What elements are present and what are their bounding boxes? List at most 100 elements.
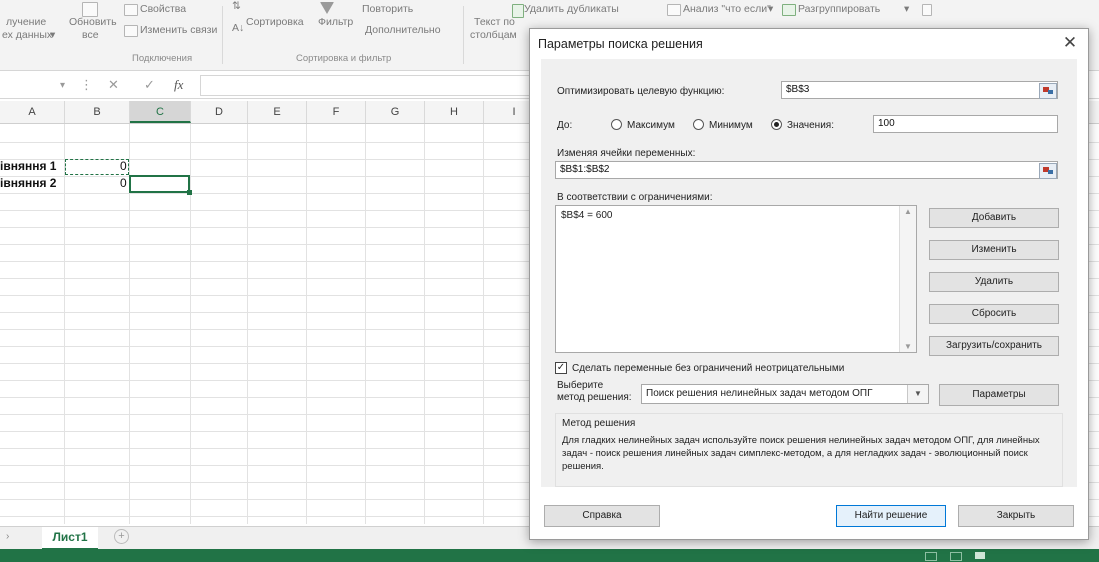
- properties-button[interactable]: Свойства: [140, 3, 186, 15]
- collapse-dialog-icon[interactable]: [1039, 83, 1057, 99]
- column-header-e[interactable]: E: [248, 101, 307, 123]
- column-header-b[interactable]: B: [65, 101, 130, 123]
- cell-a3[interactable]: івняння 1: [0, 159, 56, 173]
- normal-view-icon[interactable]: [925, 552, 937, 561]
- fx-icon[interactable]: fx: [174, 77, 183, 93]
- edit-links-icon: [124, 25, 138, 37]
- constraints-list[interactable]: $B$4 = 600 ▲ ▼: [555, 205, 917, 353]
- method-label-1: Выберите: [557, 380, 604, 391]
- solving-method-select[interactable]: Поиск решения нелинейных задач методом О…: [641, 384, 917, 404]
- column-header-f[interactable]: F: [307, 101, 366, 123]
- method-description-group: Метод решения Для гладких нелинейных зад…: [555, 413, 1063, 487]
- change-button[interactable]: Изменить: [929, 240, 1059, 260]
- sheet-tab-1[interactable]: Лист1: [42, 527, 98, 550]
- sort-button[interactable]: Сортировка: [246, 16, 304, 28]
- chevron-down-icon: ▼: [907, 385, 928, 403]
- text-to-columns-button[interactable]: Текст по: [474, 16, 515, 28]
- max-radio[interactable]: [611, 119, 622, 130]
- close-icon[interactable]: ✕: [1060, 33, 1080, 53]
- min-label: Минимум: [709, 120, 753, 131]
- col-line: [483, 124, 484, 524]
- status-bar: [0, 549, 1099, 562]
- reset-button[interactable]: Сбросить: [929, 304, 1059, 324]
- value-of-radio[interactable]: [771, 119, 782, 130]
- ungroup-button[interactable]: Разгруппировать: [798, 3, 880, 15]
- refresh-all-button[interactable]: Обновить: [69, 16, 117, 28]
- delete-button[interactable]: Удалить: [929, 272, 1059, 292]
- sort-az-icon: ⇅: [232, 0, 241, 12]
- cancel-icon[interactable]: ✕: [108, 77, 119, 93]
- help-button[interactable]: Справка: [544, 505, 660, 527]
- what-if-button[interactable]: Анализ "что если": [683, 3, 771, 15]
- solve-button[interactable]: Найти решение: [836, 505, 946, 527]
- add-sheet-icon[interactable]: +: [114, 529, 129, 544]
- fill-handle[interactable]: [187, 190, 192, 195]
- options-button[interactable]: Параметры: [939, 384, 1059, 406]
- constraints-scrollbar[interactable]: ▲ ▼: [899, 206, 916, 352]
- page-break-icon[interactable]: [975, 552, 985, 559]
- refresh-icon: [82, 2, 98, 17]
- chevron-down-icon: ▾: [768, 3, 774, 15]
- method-label-2: метод решения:: [557, 392, 632, 403]
- objective-input[interactable]: $B$3: [781, 81, 1058, 99]
- enter-icon[interactable]: ✓: [144, 77, 155, 93]
- nonnegative-label: Сделать переменные без ограничений неотр…: [572, 363, 845, 374]
- remove-duplicates-button[interactable]: Удалить дубликаты: [524, 3, 619, 15]
- subtotal-icon: [922, 4, 932, 16]
- edit-links-button[interactable]: Изменить связи: [140, 24, 217, 36]
- refresh-all-label-2: все: [82, 29, 99, 41]
- changing-cells-label: Изменяя ячейки переменных:: [557, 148, 696, 159]
- solver-dialog: Параметры поиска решения ✕ Оптимизироват…: [529, 28, 1089, 540]
- name-box-dropdown-icon[interactable]: ▾: [60, 80, 65, 91]
- column-header-g[interactable]: G: [366, 101, 425, 123]
- method-group-title: Метод решения: [562, 418, 636, 429]
- scroll-down-icon[interactable]: ▼: [904, 342, 912, 351]
- nonnegative-checkbox[interactable]: ✓: [555, 362, 567, 374]
- formula-input[interactable]: [200, 75, 532, 96]
- col-line: [306, 124, 307, 524]
- advanced-button[interactable]: Дополнительно: [365, 24, 441, 36]
- column-header-a[interactable]: A: [0, 101, 65, 123]
- cell-b3[interactable]: 0: [120, 159, 127, 173]
- chevron-down-icon: ▾: [50, 29, 56, 41]
- sort-icon: A↓: [232, 22, 245, 34]
- filter-button[interactable]: Фильтр: [318, 16, 353, 28]
- get-data-label-2[interactable]: ех данных: [2, 29, 52, 41]
- max-label: Максимум: [627, 120, 675, 131]
- col-line: [247, 124, 248, 524]
- cell-a4[interactable]: івняння 2: [0, 176, 56, 190]
- solving-method-dropdown[interactable]: ▼: [907, 384, 929, 404]
- changing-cells-input[interactable]: $B$1:$B$2: [555, 161, 1058, 179]
- scroll-up-icon[interactable]: ▲: [904, 207, 912, 216]
- cell-b4[interactable]: 0: [120, 176, 127, 190]
- scroll-tabs-left-icon[interactable]: ›: [6, 531, 9, 542]
- formula-bar-separator: ⋮: [80, 77, 93, 92]
- active-cell-c4[interactable]: [129, 175, 190, 193]
- column-header-c[interactable]: C: [130, 101, 191, 123]
- load-save-button[interactable]: Загрузить/сохранить: [929, 336, 1059, 356]
- page-layout-icon[interactable]: [950, 552, 962, 561]
- connections-group-label: Подключения: [132, 53, 193, 64]
- add-button[interactable]: Добавить: [929, 208, 1059, 228]
- ungroup-icon: [782, 4, 796, 16]
- sort-filter-group-label: Сортировка и фильтр: [296, 53, 392, 64]
- get-data-label[interactable]: лучение: [6, 16, 46, 28]
- column-header-d[interactable]: D: [191, 101, 248, 123]
- objective-label: Оптимизировать целевую функцию:: [557, 86, 725, 97]
- text-to-columns-label-2: столбцам: [470, 29, 517, 41]
- remove-duplicates-icon: [512, 4, 524, 18]
- solving-method-value: Поиск решения нелинейных задач методом О…: [646, 388, 873, 399]
- chevron-down-icon: ▾: [904, 3, 910, 15]
- min-radio[interactable]: [693, 119, 704, 130]
- column-header-h[interactable]: H: [425, 101, 484, 123]
- col-line: [424, 124, 425, 524]
- ribbon-separator: [222, 6, 223, 64]
- dialog-footer: Справка Найти решение Закрыть: [530, 491, 1088, 539]
- reapply-button[interactable]: Повторить: [362, 3, 413, 15]
- close-button[interactable]: Закрыть: [958, 505, 1074, 527]
- value-of-input[interactable]: 100: [873, 115, 1058, 133]
- collapse-dialog-icon-2[interactable]: [1039, 163, 1057, 179]
- constraint-item[interactable]: $B$4 = 600: [561, 210, 612, 221]
- ribbon-separator-2: [463, 6, 464, 64]
- properties-icon: [124, 4, 138, 16]
